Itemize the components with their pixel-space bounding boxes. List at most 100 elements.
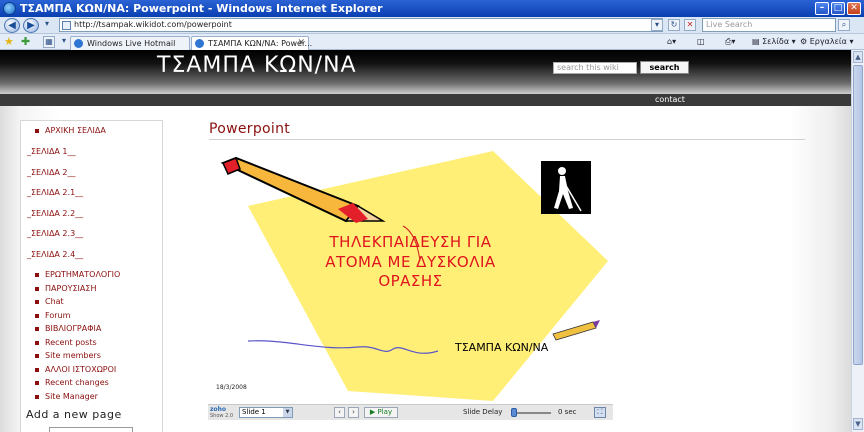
slide-frame: ΤΗΛΕΚΠΑΙΔΕΥΣΗ ΓΙΑ ΑΤΟΜΑ ΜΕ ΔΥΣΚΟΛΙΑ ΟΡΑΣ… bbox=[208, 151, 613, 404]
close-tab-icon[interactable]: ✕ bbox=[297, 38, 305, 48]
navigation-bar: ◀ ▶ ▾ http://tsampak.wikidot.com/powerpo… bbox=[0, 17, 864, 34]
page-icon bbox=[62, 21, 71, 30]
page-title: Powerpoint bbox=[209, 121, 291, 137]
search-button[interactable]: search bbox=[640, 61, 689, 74]
sidebar-link-site-members[interactable]: Site members bbox=[45, 351, 101, 360]
sidebar-item-page-2-1[interactable]: _ΣΕΛΙΔΑ 2.1__ bbox=[27, 188, 83, 197]
page-menu-label: Σελίδα bbox=[762, 37, 790, 46]
zoho-show-logo[interactable]: zoho Show 2.0 bbox=[210, 406, 236, 420]
contact-link[interactable]: contact bbox=[655, 95, 685, 104]
slide-select[interactable]: Slide 1 ▼ bbox=[239, 407, 293, 418]
slide-select-value: Slide 1 bbox=[242, 408, 266, 416]
small-pencil-icon bbox=[552, 320, 600, 341]
tools-menu-label: Εργαλεία bbox=[809, 37, 847, 46]
ie-page-icon bbox=[195, 39, 204, 48]
slide-author: ΤΣΑΜΠΑ ΚΩΝ/ΝΑ bbox=[455, 341, 549, 354]
bullet-icon bbox=[35, 341, 39, 345]
minimize-icon[interactable]: – bbox=[815, 2, 829, 15]
maximize-icon[interactable]: □ bbox=[831, 2, 845, 15]
bullet-icon bbox=[35, 327, 39, 331]
feeds-icon[interactable]: ◫ bbox=[697, 37, 705, 46]
tab-list-dropdown-icon[interactable]: ▾ bbox=[58, 36, 70, 48]
tab-label: Windows Live Hotmail bbox=[87, 39, 176, 48]
next-slide-button[interactable]: › bbox=[348, 407, 359, 418]
add-favorites-icon[interactable]: ✚ bbox=[21, 36, 30, 47]
sidebar-item-page-2-4[interactable]: _ΣΕΛΙΔΑ 2.4__ bbox=[27, 250, 83, 259]
add-page-heading: Add a new page bbox=[26, 408, 122, 421]
sidebar: ΑΡΧΙΚΗ ΣΕΛΙΔΑ _ΣΕΛΙΔΑ 1__ _ΣΕΛΙΔΑ 2__ _Σ… bbox=[20, 120, 163, 432]
bullet-icon bbox=[35, 381, 39, 385]
sidebar-item-page-2[interactable]: _ΣΕΛΙΔΑ 2__ bbox=[27, 168, 76, 177]
blind-person-icon bbox=[541, 161, 591, 214]
history-dropdown-icon[interactable]: ▾ bbox=[41, 19, 53, 31]
site-header: ΤΣΑΜΠΑ ΚΩΝ/ΝΑ search this wiki search bbox=[0, 50, 851, 94]
forward-arrow-icon[interactable]: ▶ bbox=[23, 18, 39, 33]
slide-text-line: ΟΡΑΣΗΣ bbox=[378, 272, 443, 290]
sidebar-link-presentation[interactable]: ΠΑΡΟΥΣΙΑΣΗ bbox=[45, 284, 96, 293]
page-viewport: ΤΣΑΜΠΑ ΚΩΝ/ΝΑ search this wiki search co… bbox=[0, 50, 851, 432]
tab-bar: ★ ✚ ▦ ▾ Windows Live Hotmail ΤΣΑΜΠΑ ΚΩΝ/… bbox=[0, 34, 864, 50]
sidebar-link-bibliography[interactable]: ΒΙΒΛΙΟΓΡΑΦΙΑ bbox=[45, 324, 101, 333]
sidebar-link-chat[interactable]: Chat bbox=[45, 297, 64, 306]
bullet-icon bbox=[35, 395, 39, 399]
quick-tabs-icon[interactable]: ▦ bbox=[43, 36, 55, 48]
wiki-search-input[interactable]: search this wiki bbox=[553, 62, 637, 74]
stop-icon[interactable]: ✕ bbox=[684, 19, 696, 31]
address-bar[interactable]: http://tsampak.wikidot.com/powerpoint bbox=[59, 18, 663, 32]
slide-date: 18/3/2008 bbox=[216, 384, 247, 391]
window-titlebar: ΤΣΑΜΠΑ ΚΩΝ/ΝΑ: Powerpoint - Windows Inte… bbox=[0, 0, 864, 17]
print-icon[interactable]: ⎙▾ bbox=[725, 37, 735, 47]
sidebar-link-recent-posts[interactable]: Recent posts bbox=[45, 338, 97, 347]
bullet-icon bbox=[35, 314, 39, 318]
vertical-scrollbar[interactable]: ▲ ▼ bbox=[851, 50, 864, 432]
scrollbar-thumb[interactable] bbox=[853, 65, 863, 365]
sidebar-link-questionnaire[interactable]: ΕΡΩΤΗΜΑΤΟΛΟΓΙΟ bbox=[45, 270, 120, 279]
refresh-icon[interactable]: ↻ bbox=[668, 19, 680, 31]
sidebar-item-page-1[interactable]: _ΣΕΛΙΔΑ 1__ bbox=[27, 147, 76, 156]
scroll-up-icon[interactable]: ▲ bbox=[853, 51, 863, 63]
title-divider bbox=[209, 139, 805, 140]
slide-text-line: ΤΗΛΕΚΠΑΙΔΕΥΣΗ ΓΙΑ bbox=[329, 233, 492, 251]
window-title: ΤΣΑΜΠΑ ΚΩΝ/ΝΑ: Powerpoint - Windows Inte… bbox=[20, 2, 383, 15]
sidebar-item-page-2-3[interactable]: _ΣΕΛΙΔΑ 2.3__ bbox=[27, 229, 83, 238]
bullet-icon bbox=[35, 273, 39, 277]
sidebar-link-forum[interactable]: Forum bbox=[45, 311, 70, 320]
bullet-icon bbox=[35, 129, 39, 133]
address-url[interactable]: http://tsampak.wikidot.com/powerpoint bbox=[74, 20, 232, 29]
sidebar-link-site-manager[interactable]: Site Manager bbox=[45, 392, 98, 401]
internet-explorer-icon bbox=[3, 2, 16, 15]
sidebar-item-page-2-2[interactable]: _ΣΕΛΙΔΑ 2.2__ bbox=[27, 209, 83, 218]
chevron-down-icon: ▼ bbox=[283, 408, 292, 417]
scroll-down-icon[interactable]: ▼ bbox=[853, 418, 863, 430]
sidebar-link-recent-changes[interactable]: Recent changes bbox=[45, 378, 109, 387]
home-icon[interactable]: ⌂▾ bbox=[667, 37, 676, 46]
tools-menu[interactable]: ⚙ Εργαλεία ▾ bbox=[800, 37, 853, 46]
previous-slide-button[interactable]: ‹ bbox=[334, 407, 345, 418]
favorites-star-icon[interactable]: ★ bbox=[4, 36, 14, 47]
slide-delay-slider[interactable] bbox=[511, 408, 517, 417]
live-search-input[interactable]: Live Search bbox=[702, 18, 836, 32]
search-icon[interactable]: ⌕ bbox=[838, 19, 850, 31]
site-title[interactable]: ΤΣΑΜΠΑ ΚΩΝ/ΝΑ bbox=[157, 53, 357, 78]
back-arrow-icon[interactable]: ◀ bbox=[4, 18, 20, 33]
sidebar-link-other-sites[interactable]: ΑΛΛΟΙ ΙΣΤΟΧΩΡΟΙ bbox=[45, 365, 116, 374]
tab-hotmail[interactable]: Windows Live Hotmail bbox=[70, 36, 190, 50]
slide-text-line: ΑΤΟΜΑ ΜΕ ΔΥΣΚΟΛΙΑ bbox=[325, 253, 496, 271]
slide-delay-value: 0 sec bbox=[558, 408, 577, 416]
slide-delay-track[interactable] bbox=[511, 412, 551, 414]
address-dropdown-icon[interactable]: ▾ bbox=[651, 19, 663, 31]
close-icon[interactable]: ✕ bbox=[847, 2, 861, 15]
logo-subtitle: Show 2.0 bbox=[210, 413, 234, 419]
page-menu[interactable]: ▤ Σελίδα ▾ bbox=[752, 37, 796, 46]
bullet-icon bbox=[35, 368, 39, 372]
top-bar: contact bbox=[0, 94, 851, 106]
fullscreen-icon[interactable]: ⛶ bbox=[594, 407, 606, 418]
slideshow-player-bar: zoho Show 2.0 Slide 1 ▼ ‹ › ▶ Play Slide… bbox=[208, 404, 613, 420]
add-page-input[interactable] bbox=[49, 427, 133, 432]
slide-delay-label: Slide Delay bbox=[463, 408, 503, 416]
play-button[interactable]: ▶ Play bbox=[364, 407, 398, 418]
sidebar-item-home[interactable]: ΑΡΧΙΚΗ ΣΕΛΙΔΑ bbox=[45, 126, 106, 135]
bullet-icon bbox=[35, 287, 39, 291]
bullet-icon bbox=[35, 354, 39, 358]
tab-powerpoint[interactable]: ΤΣΑΜΠΑ ΚΩΝ/ΝΑ: Power... ✕ bbox=[191, 36, 312, 50]
